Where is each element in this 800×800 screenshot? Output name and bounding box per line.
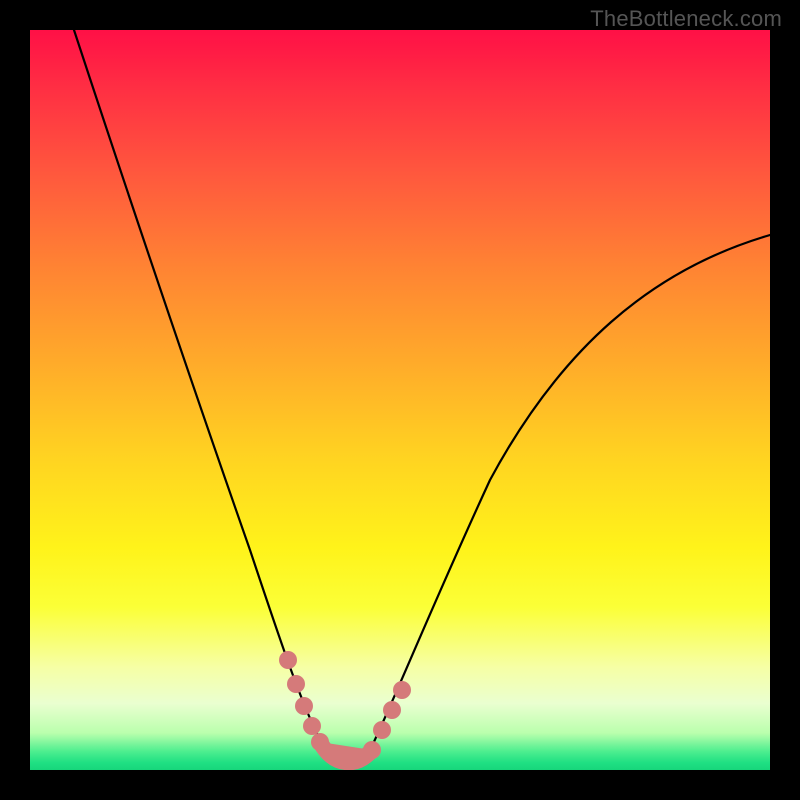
watermark-text: TheBottleneck.com xyxy=(590,6,782,32)
threshold-marker xyxy=(287,675,305,693)
bottleneck-curve xyxy=(74,30,770,765)
threshold-marker xyxy=(303,717,321,735)
threshold-marker xyxy=(393,681,411,699)
threshold-marker xyxy=(311,733,329,751)
threshold-marker xyxy=(363,741,381,759)
plot-area xyxy=(30,30,770,770)
curve-layer xyxy=(30,30,770,770)
threshold-marker xyxy=(279,651,297,669)
threshold-marker xyxy=(373,721,391,739)
chart-container: TheBottleneck.com xyxy=(0,0,800,800)
threshold-marker xyxy=(295,697,313,715)
threshold-marker xyxy=(383,701,401,719)
